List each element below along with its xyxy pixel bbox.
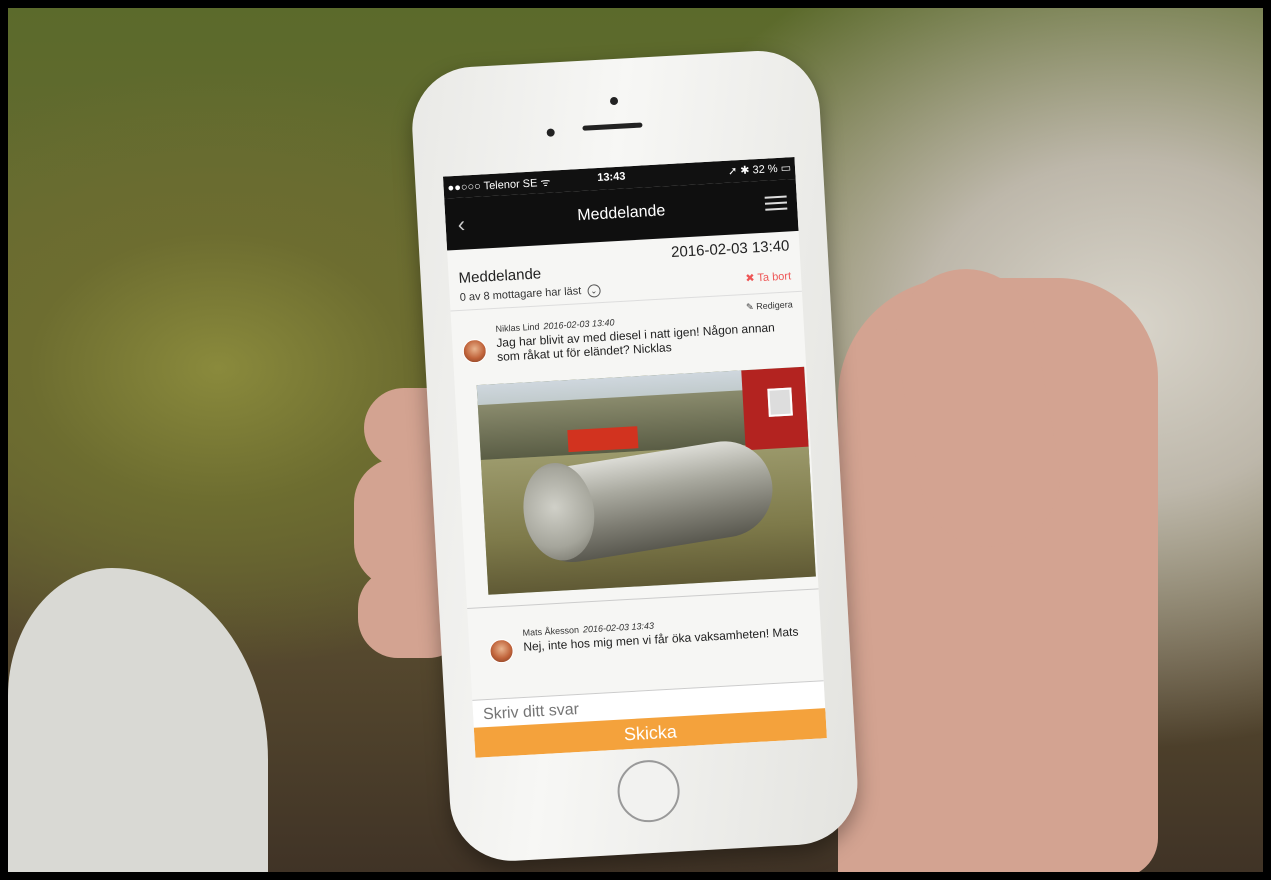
photo-red-vehicle [567,426,639,453]
read-status[interactable]: 0 av 8 mottagare har läst ⌄ [459,284,601,305]
edit-button[interactable]: ✎ Redigera [746,299,793,313]
carrier: ●●○○○ Telenor SE ᯤ [447,176,551,195]
screen: ●●○○○ Telenor SE ᯤ 13:43 ➚ ✱ 32 % ▭ ‹ Me… [442,157,827,758]
delete-button[interactable]: ✖ Ta bort [745,269,791,285]
message-author: Niklas Lind [495,321,540,334]
delete-label: Ta bort [757,270,792,285]
chevron-down-circle-icon[interactable]: ⌄ [586,284,601,298]
read-status-text: 0 av 8 mottagare har läst [459,285,582,304]
phone-body: ●●○○○ Telenor SE ᯤ 13:43 ➚ ✱ 32 % ▭ ‹ Me… [408,47,861,865]
clock: 13:43 [596,170,626,185]
proximity-sensor [546,128,555,137]
edit-label: Redigera [755,299,793,312]
camera-icon [609,96,619,106]
battery: ➚ ✱ 32 % ▭ [727,162,792,178]
home-button-icon[interactable] [615,758,682,824]
nav-title: Meddelande [576,202,666,225]
message-photo[interactable] [476,366,816,595]
avatar [488,638,515,664]
message-author: Mats Åkesson [522,624,580,638]
menu-icon[interactable] [764,192,788,215]
earpiece-speaker [582,122,643,131]
avatar [462,338,488,364]
phone: ●●○○○ Telenor SE ᯤ 13:43 ➚ ✱ 32 % ▭ ‹ Me… [0,0,1271,880]
message-date: 2016-02-03 13:40 [670,237,790,262]
photo-barn-window [767,387,793,417]
edit-icon: ✎ [745,301,754,312]
message-title: Meddelande [458,265,542,287]
delete-x-icon: ✖ [745,272,755,285]
